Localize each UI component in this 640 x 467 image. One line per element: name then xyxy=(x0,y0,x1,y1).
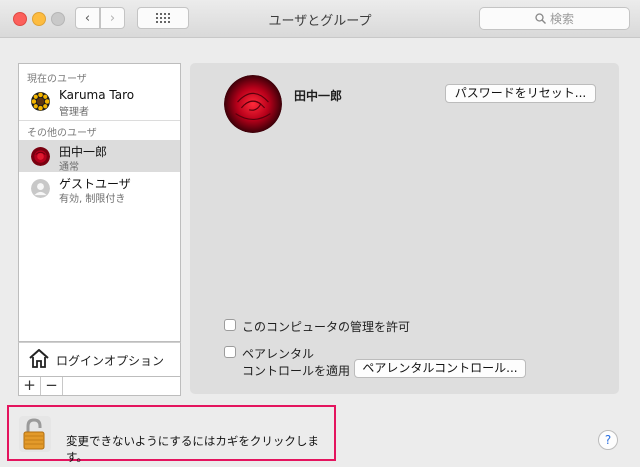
remove-user-button[interactable]: − xyxy=(41,377,63,395)
add-remove-bar: + − xyxy=(18,377,181,396)
allow-admin-label: このコンピュータの管理を許可 xyxy=(242,320,411,334)
lock-area-highlight: 変更できないようにするにはカギをクリックします。 xyxy=(7,405,336,464)
divider xyxy=(19,120,180,121)
other-users-label: その他のユーザ xyxy=(27,128,97,139)
user-item-tanaka-ichiro[interactable]: 田中一郎 通常 xyxy=(19,140,180,173)
login-options-label: ログインオプション xyxy=(56,354,165,368)
reset-password-button[interactable]: パスワードをリセット... xyxy=(445,84,596,103)
current-users-label: 現在のユーザ xyxy=(27,74,87,85)
user-item-karuma-taro[interactable]: Karuma Taro 管理者 xyxy=(19,85,180,118)
rose-avatar-icon[interactable] xyxy=(224,75,282,133)
user-role: 管理者 xyxy=(59,107,89,118)
rose-avatar-icon xyxy=(31,147,50,166)
user-role: 通常 xyxy=(59,162,79,173)
search-placeholder: 検索 xyxy=(549,12,574,26)
sunflower-avatar-icon xyxy=(31,92,50,111)
user-name: Karuma Taro xyxy=(59,88,135,102)
title-bar: ‹ › ユーザとグループ 検索 xyxy=(0,0,640,38)
user-list: 現在のユーザ Karuma Taro 管理者 その他のユーザ 田中一郎 通常 ゲ… xyxy=(18,63,181,342)
user-detail-panel: 田中一郎 パスワードをリセット... このコンピュータの管理を許可 ペアレンタル… xyxy=(190,63,619,394)
parental-controls-label-line1: ペアレンタル xyxy=(242,347,315,361)
user-item-guest[interactable]: ゲストユーザ 有効, 制限付き xyxy=(19,172,180,205)
parental-controls-checkbox[interactable] xyxy=(224,346,236,358)
lock-button[interactable] xyxy=(19,416,51,452)
help-button[interactable]: ? xyxy=(598,430,618,450)
lock-message: 変更できないようにするにはカギをクリックします。 xyxy=(66,434,319,464)
add-user-button[interactable]: + xyxy=(19,377,41,395)
parental-controls-button[interactable]: ペアレンタルコントロール... xyxy=(354,359,526,378)
allow-admin-checkbox[interactable] xyxy=(224,319,236,331)
search-input[interactable]: 検索 xyxy=(479,7,630,30)
unlocked-padlock-icon xyxy=(23,418,45,450)
login-options-row[interactable]: ログインオプション xyxy=(18,342,181,377)
parental-controls-label-line2: コントロールを適用 xyxy=(242,364,351,378)
user-role: 有効, 制限付き xyxy=(59,194,126,205)
search-icon xyxy=(535,13,546,24)
selected-user-name: 田中一郎 xyxy=(294,89,343,103)
house-icon xyxy=(29,349,49,368)
guest-avatar-icon xyxy=(31,179,50,198)
